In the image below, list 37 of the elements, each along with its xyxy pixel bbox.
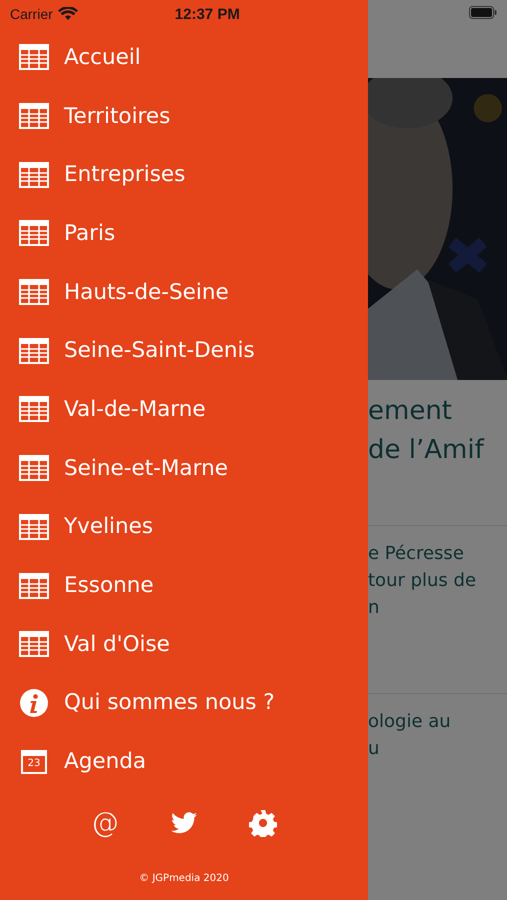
copyright-text: © JGPmedia 2020 bbox=[138, 872, 230, 884]
menu-item[interactable]: Hauts-de-Seine bbox=[0, 262, 368, 322]
menu-item[interactable]: Essonne bbox=[0, 556, 368, 615]
table-icon bbox=[19, 162, 49, 188]
table-icon bbox=[19, 396, 49, 422]
table-icon bbox=[19, 631, 49, 658]
status-time: 12:37 PM bbox=[174, 6, 240, 22]
table-icon bbox=[19, 514, 49, 540]
menu-item[interactable]: Yvelines bbox=[0, 498, 368, 556]
carrier-name: Carrier bbox=[10, 6, 53, 22]
table-icon bbox=[19, 103, 49, 130]
article-title[interactable]: ologie au u bbox=[368, 708, 507, 762]
menu-item[interactable]: Val-de-Marne bbox=[0, 380, 368, 439]
calendar-icon: 23 bbox=[21, 750, 47, 774]
table-icon bbox=[19, 279, 49, 306]
info-icon bbox=[19, 688, 49, 718]
table-icon bbox=[19, 338, 49, 364]
menu-item[interactable]: Seine-et-Marne bbox=[0, 438, 368, 498]
table-icon bbox=[19, 220, 49, 246]
bird-icon[interactable] bbox=[171, 812, 197, 834]
menu-item[interactable]: Val d'Oise bbox=[0, 614, 368, 674]
menu-item[interactable]: 23 Agenda bbox=[0, 732, 368, 791]
table-icon bbox=[19, 44, 49, 70]
menu-item[interactable]: Entreprises bbox=[0, 145, 368, 204]
table-icon bbox=[19, 455, 49, 482]
wifi-icon bbox=[58, 7, 78, 21]
settings-icon[interactable] bbox=[249, 808, 277, 837]
battery-icon bbox=[469, 6, 497, 19]
menu-item[interactable]: Accueil bbox=[0, 28, 368, 87]
article-title[interactable]: e Pécresse tour plus de n bbox=[368, 540, 507, 621]
table-icon bbox=[19, 572, 49, 599]
menu-item[interactable]: Qui sommes nous ? bbox=[0, 674, 368, 732]
menu-item[interactable]: Seine-Saint-Denis bbox=[0, 321, 368, 380]
article-headline: ement de l’Amif bbox=[368, 395, 486, 467]
menu-item[interactable]: Territoires bbox=[0, 86, 368, 146]
menu-item[interactable]: Paris bbox=[0, 204, 368, 263]
email-button[interactable]: @ bbox=[91, 806, 119, 840]
